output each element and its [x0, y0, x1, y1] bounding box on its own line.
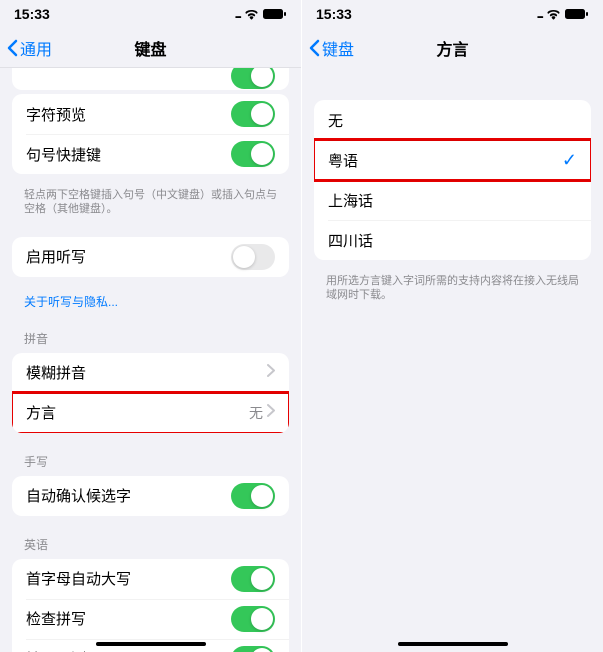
- nav-bar: 键盘 方言: [302, 28, 603, 68]
- row-period-shortcut[interactable]: 句号快捷键: [12, 134, 289, 174]
- group-pinyin: 模糊拼音 方言 无: [12, 353, 289, 433]
- battery-icon: [565, 8, 589, 20]
- battery-icon: [263, 8, 287, 20]
- group-handwrite: 自动确认候选字: [12, 476, 289, 516]
- wifi-icon: [244, 9, 259, 20]
- row-spell-check[interactable]: 检查拼写: [12, 599, 289, 639]
- toggle-char-preview[interactable]: [231, 101, 275, 127]
- nav-back-button[interactable]: 通用: [0, 36, 52, 60]
- footer-dialect: 用所选方言键入字词所需的支持内容将在接入无线局域网时下载。: [302, 270, 603, 313]
- toggle-auto-confirm[interactable]: [231, 483, 275, 509]
- wifi-icon: [546, 9, 561, 20]
- toggle-auto-cap[interactable]: [231, 566, 275, 592]
- checkmark-icon: ✓: [562, 150, 577, 171]
- content-scroll[interactable]: 字符预览 句号快捷键 轻点两下空格键插入句号（中文键盘）或插入句点与空格（其他键…: [0, 68, 301, 652]
- row-label: 无: [328, 110, 577, 131]
- row-auto-cap[interactable]: 首字母自动大写: [12, 559, 289, 599]
- row-value-dialect: 无: [249, 403, 263, 423]
- status-bar: 15:33 ....: [0, 0, 301, 28]
- row-dictation[interactable]: 启用听写: [12, 237, 289, 277]
- status-right: ....: [537, 7, 589, 21]
- row-label: 首字母自动大写: [26, 568, 231, 589]
- cellular-icon: ....: [235, 7, 240, 21]
- toggle-spell-check[interactable]: [231, 606, 275, 632]
- row-option-none[interactable]: 无: [314, 100, 591, 140]
- row-option-sichuanese[interactable]: 四川话: [314, 220, 591, 260]
- row-label: 自动确认候选字: [26, 485, 231, 506]
- chevron-right-icon: [267, 404, 275, 421]
- header-english: 英语: [0, 526, 301, 557]
- row-label: 模糊拼音: [26, 362, 267, 383]
- row-char-preview[interactable]: 字符预览: [12, 94, 289, 134]
- group-english: 首字母自动大写 检查拼写 输入预测 滑行键入时逐词删除: [12, 559, 289, 652]
- toggle-partial[interactable]: [231, 68, 275, 89]
- row-label: 粤语: [328, 150, 562, 171]
- phone-keyboard-settings: 15:33 .... 通用 键盘 字符预览 句号快捷键 轻点两下空格键插: [0, 0, 301, 652]
- group-keyboard-switches: 字符预览 句号快捷键: [12, 94, 289, 174]
- nav-back-button[interactable]: 键盘: [302, 36, 354, 60]
- group-dialect-options: 无 粤语 ✓ 上海话 四川话: [314, 100, 591, 260]
- row-label: 方言: [26, 402, 249, 423]
- status-bar: 15:33 ....: [302, 0, 603, 28]
- row-label: 四川话: [328, 230, 577, 251]
- row-label: 句号快捷键: [26, 144, 231, 165]
- partial-row-top: [12, 68, 289, 90]
- link-dictation-privacy[interactable]: 关于听写与隐私...: [0, 287, 301, 320]
- toggle-predictive[interactable]: [231, 646, 275, 652]
- row-label: 上海话: [328, 190, 577, 211]
- nav-back-label: 键盘: [322, 36, 354, 60]
- chevron-left-icon: [308, 39, 320, 57]
- row-auto-confirm[interactable]: 自动确认候选字: [12, 476, 289, 516]
- row-label: 启用听写: [26, 246, 231, 267]
- status-right: ....: [235, 7, 287, 21]
- nav-back-label: 通用: [20, 36, 52, 60]
- home-indicator[interactable]: [96, 642, 206, 646]
- chevron-left-icon: [6, 39, 18, 57]
- status-time: 15:33: [14, 6, 50, 22]
- footer-period: 轻点两下空格键插入句号（中文键盘）或插入句点与空格（其他键盘）。: [0, 184, 301, 227]
- header-pinyin: 拼音: [0, 320, 301, 351]
- toggle-dictation[interactable]: [231, 244, 275, 270]
- row-fuzzy-pinyin[interactable]: 模糊拼音: [12, 353, 289, 393]
- toggle-period-shortcut[interactable]: [231, 141, 275, 167]
- row-label: 输入预测: [26, 648, 231, 652]
- row-option-shanghainese[interactable]: 上海话: [314, 180, 591, 220]
- content-scroll[interactable]: 无 粤语 ✓ 上海话 四川话 用所选方言键入字词所需的支持内容将在接入无线局域网…: [302, 68, 603, 652]
- row-label: 字符预览: [26, 104, 231, 125]
- group-dictation: 启用听写: [12, 237, 289, 277]
- phone-dialect-settings: 15:33 .... 键盘 方言 无 粤语 ✓ 上海话 四川话: [302, 0, 603, 652]
- row-label: 检查拼写: [26, 608, 231, 629]
- row-option-cantonese[interactable]: 粤语 ✓: [314, 140, 591, 180]
- status-time: 15:33: [316, 6, 352, 22]
- home-indicator[interactable]: [398, 642, 508, 646]
- row-dialect[interactable]: 方言 无: [12, 393, 289, 433]
- cellular-icon: ....: [537, 7, 542, 21]
- nav-bar: 通用 键盘: [0, 28, 301, 68]
- header-handwrite: 手写: [0, 443, 301, 474]
- chevron-right-icon: [267, 364, 275, 381]
